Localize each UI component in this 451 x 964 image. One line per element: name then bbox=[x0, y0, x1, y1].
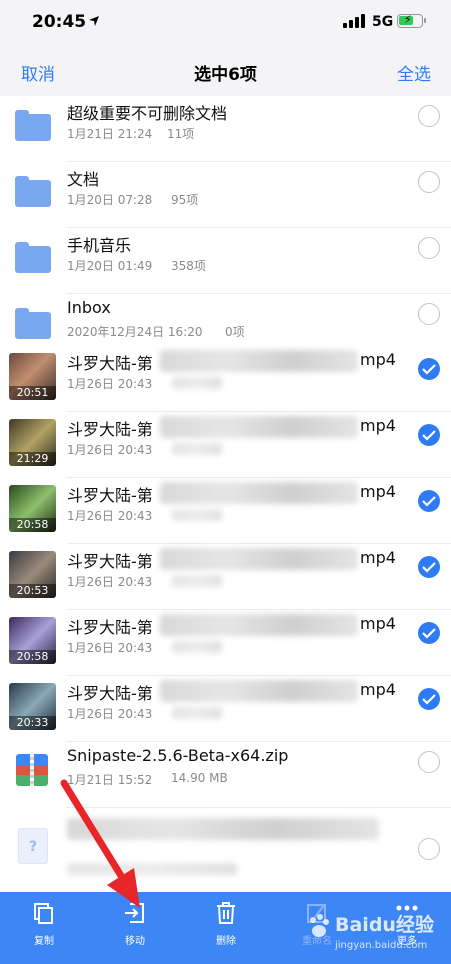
list-item-video[interactable]: 20:58 斗罗大陆-第 mp4 1月26日 20:43 bbox=[0, 610, 451, 676]
file-extension: mp4 bbox=[360, 482, 396, 501]
file-name: 手机音乐 bbox=[67, 236, 132, 255]
select-radio[interactable] bbox=[418, 303, 440, 325]
file-extension: mp4 bbox=[360, 416, 396, 435]
status-time: 20:45 bbox=[32, 12, 87, 32]
nav-bar: 取消 选中6项 全选 bbox=[0, 44, 451, 96]
video-thumbnail: 20:33 bbox=[9, 683, 56, 730]
file-date: 1月26日 20:43 bbox=[67, 443, 153, 457]
file-date: 1月26日 20:43 bbox=[67, 575, 153, 589]
video-thumbnail: 20:58 bbox=[9, 617, 56, 664]
folder-icon bbox=[15, 110, 51, 141]
file-name: 文档 bbox=[67, 170, 100, 189]
select-all-button[interactable]: 全选 bbox=[397, 60, 431, 85]
list-item-folder[interactable]: 手机音乐 1月20日 01:49 358项 bbox=[0, 228, 451, 294]
video-duration: 20:53 bbox=[9, 584, 56, 598]
file-name: Inbox bbox=[67, 298, 111, 317]
file-date: 2020年12月24日 16:20 bbox=[67, 325, 203, 339]
file-extension: mp4 bbox=[360, 680, 396, 699]
signal-icon bbox=[343, 14, 365, 28]
folder-icon bbox=[15, 176, 51, 207]
checked-checkbox[interactable] bbox=[418, 358, 440, 380]
delete-button[interactable]: 删除 bbox=[191, 900, 261, 947]
list-item-file[interactable]: ? bbox=[0, 808, 451, 892]
file-date: 1月20日 07:28 bbox=[67, 193, 153, 207]
file-count: 0项 bbox=[225, 325, 245, 339]
file-name: 超级重要不可删除文档 bbox=[67, 104, 228, 123]
status-bar: 20:45 5G ⚡ bbox=[0, 0, 451, 44]
list-item-video[interactable]: 20:58 斗罗大陆-第 mp4 1月26日 20:43 bbox=[0, 478, 451, 544]
edit-icon bbox=[307, 903, 326, 923]
video-thumbnail: 20:58 bbox=[9, 485, 56, 532]
list-item-video[interactable]: 20:51 斗罗大陆-第 mp4 1月26日 20:43 bbox=[0, 346, 451, 412]
more-icon bbox=[396, 905, 418, 911]
copy-icon bbox=[34, 903, 53, 924]
location-arrow-icon bbox=[89, 16, 99, 26]
trash-icon bbox=[217, 902, 235, 924]
file-name: 斗罗大陆-第 bbox=[67, 420, 153, 439]
checked-checkbox[interactable] bbox=[418, 556, 440, 578]
zip-file-icon bbox=[16, 754, 48, 786]
copy-button[interactable]: 复制 bbox=[9, 900, 79, 947]
folder-icon bbox=[15, 308, 51, 339]
file-date: 1月26日 20:43 bbox=[67, 509, 153, 523]
file-extension: mp4 bbox=[360, 350, 396, 369]
checked-checkbox[interactable] bbox=[418, 490, 440, 512]
file-date: 1月26日 20:43 bbox=[67, 377, 153, 391]
video-duration: 21:29 bbox=[9, 452, 56, 466]
page-title: 选中6项 bbox=[194, 65, 257, 85]
list-item-folder[interactable]: 文档 1月20日 07:28 95项 bbox=[0, 162, 451, 228]
file-count: 11项 bbox=[167, 127, 195, 141]
select-radio[interactable] bbox=[418, 838, 440, 860]
file-date: 1月20日 01:49 bbox=[67, 259, 153, 273]
select-radio[interactable] bbox=[418, 751, 440, 773]
rename-button[interactable]: 重命名 bbox=[282, 900, 352, 947]
file-name: 斗罗大陆-第 bbox=[67, 486, 153, 505]
file-date: 1月21日 15:52 bbox=[67, 773, 153, 787]
file-date: 1月26日 20:43 bbox=[67, 641, 153, 655]
video-duration: 20:51 bbox=[9, 386, 56, 400]
select-radio[interactable] bbox=[418, 105, 440, 127]
file-extension: mp4 bbox=[360, 614, 396, 633]
move-button[interactable]: 移动 bbox=[100, 900, 170, 947]
more-button[interactable]: 更多 bbox=[372, 900, 442, 947]
network-label: 5G bbox=[372, 14, 394, 30]
file-date: 1月21日 21:24 bbox=[67, 127, 153, 141]
file-date: 1月26日 20:43 bbox=[67, 707, 153, 721]
video-thumbnail: 20:51 bbox=[9, 353, 56, 400]
checked-checkbox[interactable] bbox=[418, 688, 440, 710]
unknown-file-icon: ? bbox=[18, 828, 48, 864]
list-item-video[interactable]: 21:29 斗罗大陆-第 mp4 1月26日 20:43 bbox=[0, 412, 451, 478]
list-item-folder[interactable]: 超级重要不可删除文档 1月21日 21:24 11项 bbox=[0, 96, 451, 162]
file-name: Snipaste-2.5.6-Beta-x64.zip bbox=[67, 746, 289, 765]
file-count: 95项 bbox=[171, 193, 199, 207]
file-name: 斗罗大陆-第 bbox=[67, 354, 153, 373]
file-extension: mp4 bbox=[360, 548, 396, 567]
select-radio[interactable] bbox=[418, 171, 440, 193]
video-thumbnail: 20:53 bbox=[9, 551, 56, 598]
checked-checkbox[interactable] bbox=[418, 622, 440, 644]
video-duration: 20:58 bbox=[9, 518, 56, 532]
move-icon bbox=[125, 903, 144, 923]
file-count: 358项 bbox=[171, 259, 206, 273]
battery-icon: ⚡ bbox=[397, 13, 426, 28]
folder-icon bbox=[15, 242, 51, 273]
list-item-video[interactable]: 20:33 斗罗大陆-第 mp4 1月26日 20:43 bbox=[0, 676, 451, 742]
bottom-toolbar: 复制 移动 删除 重命名 更多 bbox=[0, 892, 451, 964]
checked-checkbox[interactable] bbox=[418, 424, 440, 446]
file-name: 斗罗大陆-第 bbox=[67, 552, 153, 571]
file-name: 斗罗大陆-第 bbox=[67, 684, 153, 703]
video-duration: 20:33 bbox=[9, 716, 56, 730]
select-radio[interactable] bbox=[418, 237, 440, 259]
list-item-file[interactable]: Snipaste-2.5.6-Beta-x64.zip 1月21日 15:52 … bbox=[0, 742, 451, 808]
video-duration: 20:58 bbox=[9, 650, 56, 664]
file-size: 14.90 MB bbox=[171, 771, 228, 785]
video-thumbnail: 21:29 bbox=[9, 419, 56, 466]
file-name: 斗罗大陆-第 bbox=[67, 618, 153, 637]
list-item-video[interactable]: 20:53 斗罗大陆-第 mp4 1月26日 20:43 bbox=[0, 544, 451, 610]
